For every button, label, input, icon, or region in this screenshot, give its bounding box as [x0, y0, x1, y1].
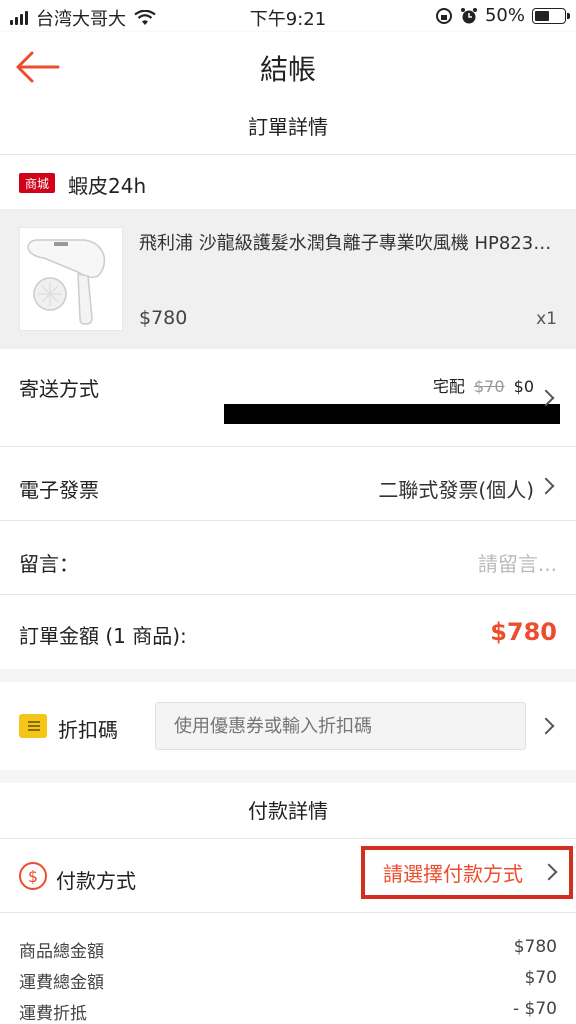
- summary-row: 商品總金額 $780: [19, 937, 557, 962]
- summary-label: 商品總金額: [19, 942, 104, 962]
- invoice-value: 二聯式發票(個人): [378, 478, 534, 502]
- alarm-icon: [460, 7, 477, 23]
- nav-bar: 結帳: [0, 32, 576, 100]
- product-price: $780: [139, 307, 188, 329]
- shipping-label: 寄送方式: [19, 377, 99, 401]
- shipping-method: 宅配 $70 $0: [433, 373, 534, 397]
- shipping-method-name: 宅配: [432, 377, 465, 396]
- redacted-address: [224, 404, 560, 424]
- summary-value: - $70: [513, 999, 557, 1019]
- select-payment-method-label: 請選擇付款方式: [383, 862, 523, 886]
- shipping-old-fee: $70: [474, 377, 505, 396]
- battery-icon: [532, 7, 570, 24]
- summary-value: $70: [524, 968, 557, 988]
- hair-dryer-icon: [27, 239, 106, 325]
- dollar-coin-icon: $: [19, 862, 47, 890]
- summary-row: 運費折抵 - $70: [19, 999, 557, 1024]
- payment-details-header: 付款詳情: [0, 783, 576, 839]
- coupon-label: 折扣碼: [58, 718, 118, 742]
- product-item[interactable]: 飛利浦 沙龍級護髮水潤負離子專業吹風機 HP8232/01 $780 x1: [0, 209, 576, 349]
- product-name: 飛利浦 沙龍級護髮水潤負離子專業吹風機 HP8232/01: [139, 233, 559, 254]
- product-quantity: x1: [536, 309, 557, 329]
- status-bar: 台湾大哥大 下午9:21 50%: [0, 0, 576, 32]
- order-total-value: $780: [490, 618, 557, 646]
- rotation-lock-icon: [435, 7, 452, 24]
- summary-row: 運費總金額 $70: [19, 968, 557, 993]
- summary-value: $780: [513, 937, 557, 957]
- invoice-label: 電子發票: [19, 478, 99, 502]
- order-details-header: 訂單詳情: [0, 100, 576, 155]
- chevron-right-icon: [540, 863, 558, 881]
- summary-label: 運費折抵: [19, 1004, 87, 1024]
- summary-label: 運費總金額: [19, 973, 104, 993]
- mall-badge: 商城: [19, 173, 55, 193]
- battery-percent: 50%: [484, 5, 525, 26]
- product-image: [19, 227, 123, 331]
- order-total-label: 訂單金額 (1 商品):: [19, 624, 187, 648]
- voucher-icon: [19, 714, 47, 738]
- payment-method-label: 付款方式: [56, 869, 136, 893]
- coupon-input[interactable]: [155, 702, 526, 750]
- message-input[interactable]: 請留言...: [478, 548, 557, 577]
- shipping-fee: $0: [513, 377, 534, 396]
- message-label: 留言：: [19, 552, 79, 576]
- select-payment-method-button[interactable]: 請選擇付款方式: [361, 846, 573, 899]
- shop-name: 蝦皮24h: [68, 174, 147, 198]
- page-title: 結帳: [259, 53, 316, 86]
